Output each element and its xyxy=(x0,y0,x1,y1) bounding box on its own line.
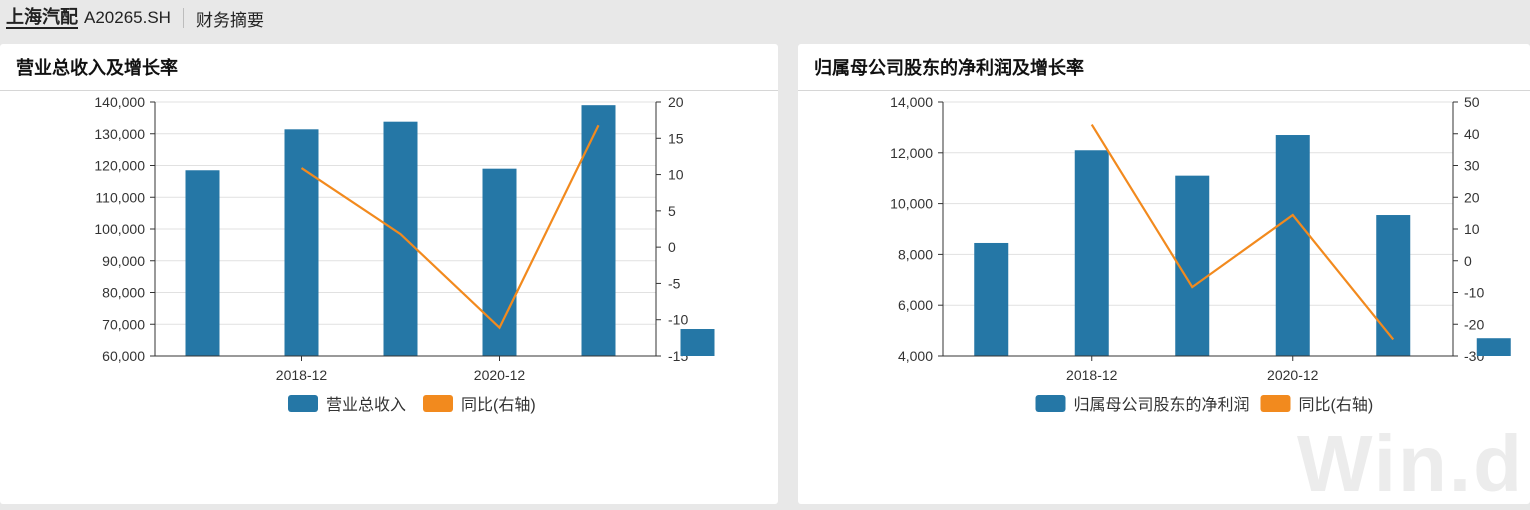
y-tick-label: 120,000 xyxy=(94,158,145,174)
x-tick-label: 2020-12 xyxy=(1267,367,1319,383)
bar xyxy=(974,242,1009,356)
y2-tick-label: -20 xyxy=(1464,316,1484,332)
wind-watermark: Win.d xyxy=(1297,419,1524,508)
bar xyxy=(581,105,616,356)
revenue-panel-header: 营业总收入及增长率 xyxy=(0,44,778,91)
y2-tick-label: -10 xyxy=(668,312,688,328)
bar xyxy=(1275,135,1310,356)
legend-label-line: 同比(右轴) xyxy=(1299,396,1374,414)
revenue-panel: 营业总收入及增长率 60,000 70,000 80,000 90,000 100,00… xyxy=(0,44,778,504)
legend-label-bar: 归属母公司股东的净利润 xyxy=(1074,396,1250,414)
y-tick-label: 8,000 xyxy=(898,246,933,262)
bar xyxy=(680,329,715,356)
y2-tick-label: 10 xyxy=(1464,221,1480,237)
yoy-line xyxy=(300,124,600,330)
bar xyxy=(284,129,319,356)
y2-tick-label: 5 xyxy=(668,203,676,219)
y-tick-label: 140,000 xyxy=(94,94,145,110)
y-tick-label: 110,000 xyxy=(95,189,145,205)
legend-swatch-bar xyxy=(1035,395,1066,412)
y-tick-label: 14,000 xyxy=(890,94,933,110)
y-tick-label: 4,000 xyxy=(898,348,933,364)
section-title[interactable]: 财务摘要 xyxy=(196,6,264,31)
legend-label-line: 同比(右轴) xyxy=(461,396,536,414)
y2-tick-label: 10 xyxy=(668,167,684,183)
stock-code: A20265.SH xyxy=(84,8,171,27)
top-bar: 上海汽配 A20265.SH 财务摘要 xyxy=(0,0,1530,36)
y2-tick-label: 50 xyxy=(1464,94,1480,110)
bar xyxy=(185,170,220,356)
y-tick-label: 130,000 xyxy=(94,126,145,142)
y-tick-label: 70,000 xyxy=(102,316,145,332)
header-divider xyxy=(182,8,184,28)
y2-tick-label: 20 xyxy=(1464,189,1480,205)
y2-tick-label: -5 xyxy=(668,275,681,291)
y2-tick-label: 20 xyxy=(668,94,684,110)
y-tick-label: 90,000 xyxy=(102,253,145,269)
bar xyxy=(1074,150,1109,356)
y-tick-label: 10,000 xyxy=(890,196,933,212)
revenue-chart-title: 营业总收入及增长率 xyxy=(16,58,178,78)
bar xyxy=(383,121,418,356)
profit-chart-title: 归属母公司股东的净利润及增长率 xyxy=(814,58,1084,78)
y2-tick-label: 15 xyxy=(668,130,684,146)
bar xyxy=(1376,215,1411,356)
profit-panel-header: 归属母公司股东的净利润及增长率 xyxy=(798,44,1530,91)
legend-swatch-bar xyxy=(288,395,318,412)
bar xyxy=(1476,338,1511,356)
y2-tick-label: 0 xyxy=(668,239,676,255)
company-name[interactable]: 上海汽配 xyxy=(6,7,78,29)
y2-tick-label: 30 xyxy=(1464,158,1480,174)
legend-label-bar: 营业总收入 xyxy=(326,396,406,414)
y-tick-label: 60,000 xyxy=(102,348,145,364)
y2-tick-label: -10 xyxy=(1464,285,1484,301)
legend-swatch-line xyxy=(1260,395,1291,412)
legend-swatch-line xyxy=(423,395,453,412)
y-tick-label: 80,000 xyxy=(102,285,145,301)
yoy-line xyxy=(1090,123,1395,341)
y-tick-label: 12,000 xyxy=(890,145,933,161)
x-tick-label: 2018-12 xyxy=(1066,367,1118,383)
y-tick-label: 100,000 xyxy=(94,221,145,237)
x-tick-label: 2020-12 xyxy=(474,367,526,383)
y2-tick-label: 40 xyxy=(1464,126,1480,142)
y2-tick-label: 0 xyxy=(1464,253,1472,269)
x-tick-label: 2018-12 xyxy=(276,367,328,383)
y-tick-label: 6,000 xyxy=(898,297,933,313)
revenue-chart: 60,000 70,000 80,000 90,000 100,000 110,000 12… xyxy=(94,75,715,414)
profit-panel: 归属母公司股东的净利润及增长率 4,000 6,000 8,000 10,000 12,… xyxy=(798,44,1530,508)
